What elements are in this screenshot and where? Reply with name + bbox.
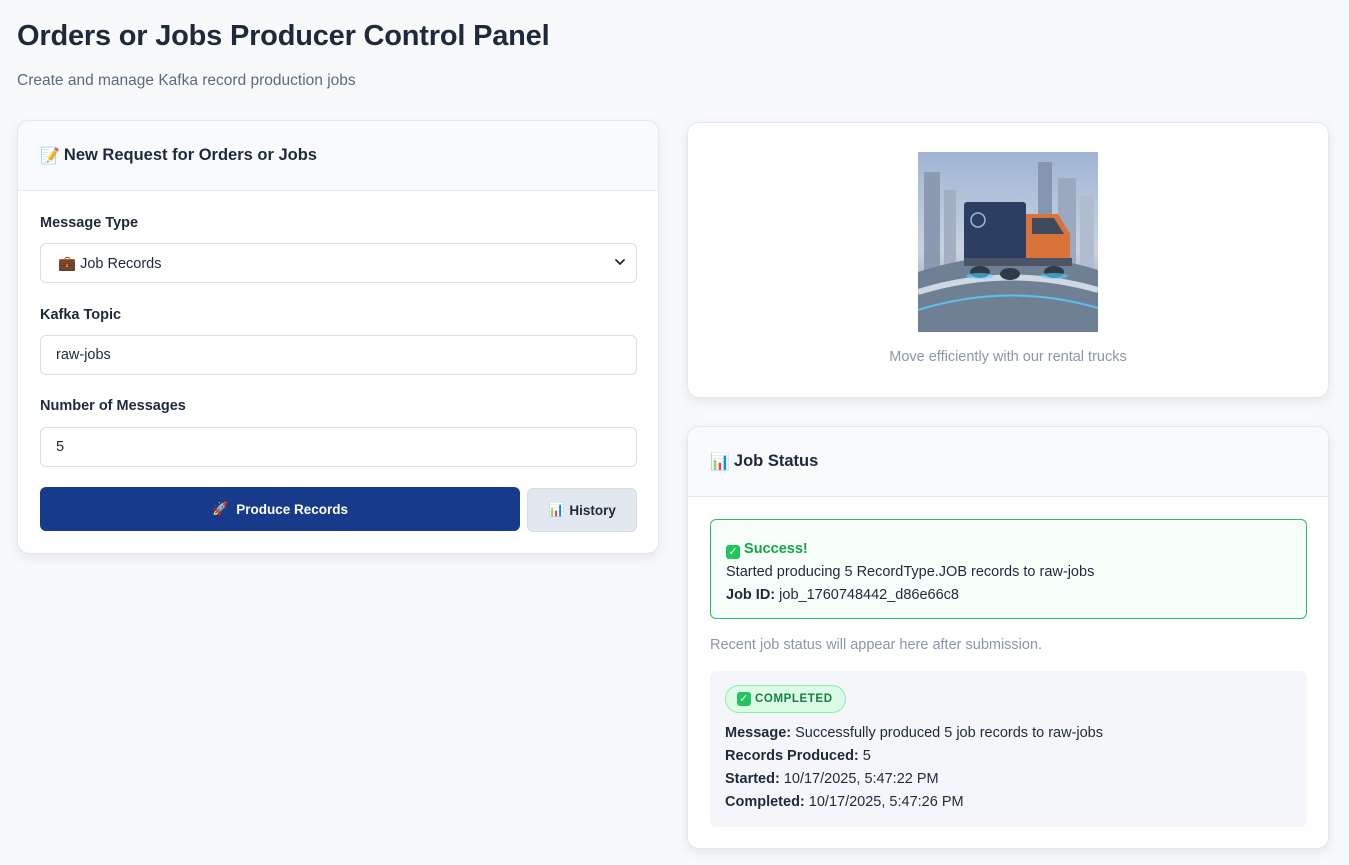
history-button[interactable]: 📊 History	[527, 488, 637, 532]
message-count-input[interactable]: 5	[40, 427, 637, 467]
new-request-header: 📝 New Request for Orders or Jobs	[18, 121, 658, 191]
job-message-row: Message: Successfully produced 5 job rec…	[725, 722, 1292, 745]
records-produced-label: Records Produced:	[725, 748, 859, 764]
kafka-topic-label: Kafka Topic	[40, 307, 122, 323]
check-icon: ✓	[737, 692, 751, 706]
alert-message: Started producing 5 RecordType.JOB recor…	[726, 564, 1095, 580]
produce-records-button[interactable]: 🚀 Produce Records	[40, 487, 520, 531]
rocket-icon: 🚀	[212, 501, 229, 516]
page-subtitle: Create and manage Kafka record productio…	[17, 72, 356, 89]
started-value: 10/17/2025, 5:47:22 PM	[783, 771, 939, 787]
job-message-label: Message:	[725, 725, 792, 741]
history-label: History	[569, 502, 616, 518]
message-type-label: Message Type	[40, 215, 139, 231]
rental-truck-image	[918, 152, 1098, 332]
job-status-item: ✓ COMPLETED Message: Successfully produc…	[710, 671, 1307, 827]
records-produced-row: Records Produced: 5	[725, 745, 1292, 768]
job-status-card: 📊 Job Status ✓ Success! Started producin…	[687, 426, 1329, 849]
new-request-title: New Request for Orders or Jobs	[63, 146, 317, 164]
memo-icon: 📝	[40, 147, 60, 165]
chart-icon: 📊	[548, 502, 565, 517]
job-message-value: Successfully produced 5 job records to r…	[795, 725, 1103, 741]
job-status-header: 📊 Job Status	[688, 427, 1328, 497]
message-count-value: 5	[56, 439, 65, 455]
status-badge-label: COMPLETED	[755, 693, 833, 705]
records-produced-value: 5	[862, 748, 871, 764]
completed-label: Completed:	[725, 794, 805, 810]
success-alert: ✓ Success! Started producing 5 RecordTyp…	[710, 519, 1307, 619]
check-icon: ✓	[726, 545, 740, 559]
new-request-card: 📝 New Request for Orders or Jobs Message…	[17, 120, 659, 554]
job-id-value: job_1760748442_d86e66c8	[779, 587, 959, 603]
status-badge: ✓ COMPLETED	[725, 685, 846, 713]
kafka-topic-value: raw-jobs	[56, 347, 111, 363]
produce-records-label: Produce Records	[236, 501, 348, 517]
chart-icon: 📊	[710, 453, 730, 471]
message-type-value: 💼 Job Records	[58, 255, 162, 272]
chevron-down-icon	[615, 259, 625, 265]
completed-row: Completed: 10/17/2025, 5:47:26 PM	[725, 791, 1292, 814]
promo-caption: Move efficiently with our rental trucks	[889, 349, 1127, 365]
job-id-label: Job ID:	[726, 587, 776, 603]
started-row: Started: 10/17/2025, 5:47:22 PM	[725, 768, 1292, 791]
kafka-topic-input[interactable]: raw-jobs	[40, 335, 637, 375]
message-type-select[interactable]: 💼 Job Records	[40, 243, 637, 283]
promo-card: Move efficiently with our rental trucks	[687, 122, 1329, 398]
message-count-label: Number of Messages	[40, 398, 186, 414]
page-title: Orders or Jobs Producer Control Panel	[17, 20, 550, 52]
alert-title: Success!	[744, 541, 808, 557]
status-hint: Recent job status will appear here after…	[710, 637, 1043, 653]
completed-value: 10/17/2025, 5:47:26 PM	[808, 794, 964, 810]
started-label: Started:	[725, 771, 780, 787]
job-status-title: Job Status	[733, 452, 819, 470]
